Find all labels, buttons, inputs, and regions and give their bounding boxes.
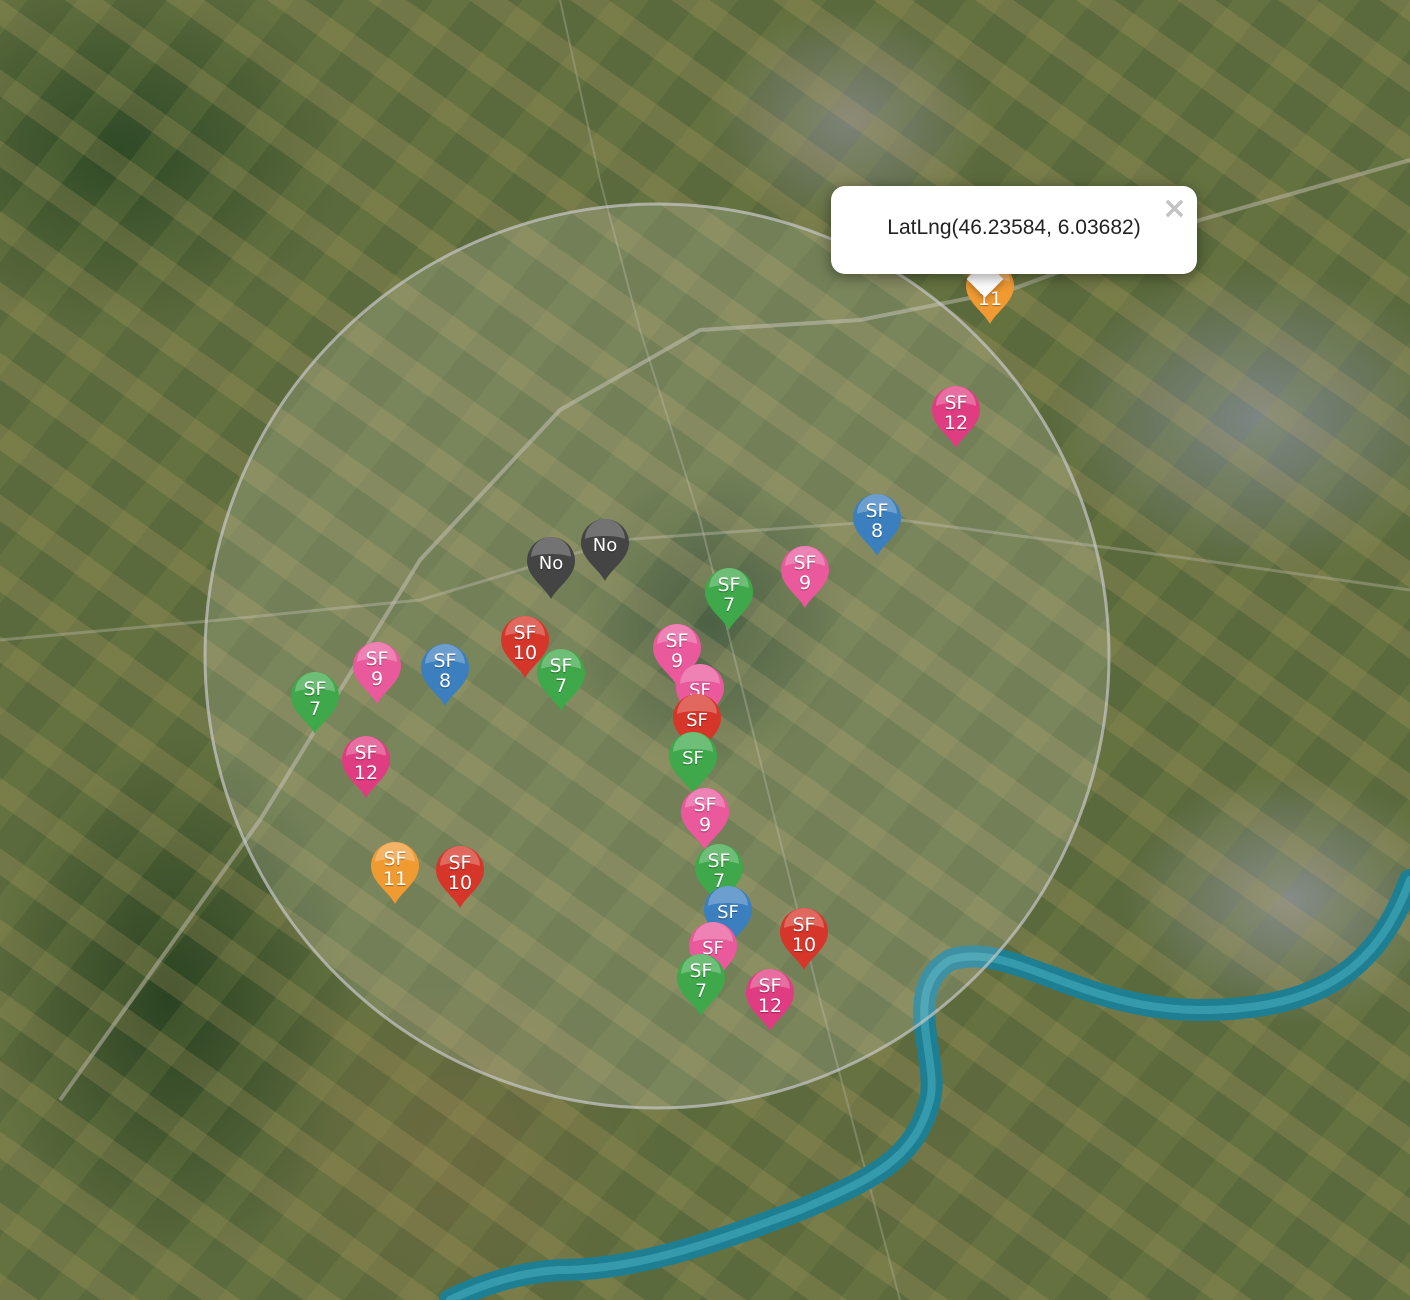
wifi-marker[interactable]: No <box>577 519 633 583</box>
marker-label-top: SF <box>448 852 472 874</box>
sf-marker[interactable]: SF 7 <box>533 649 589 713</box>
marker-label-top: No <box>592 535 618 556</box>
marker-label-bottom: 10 <box>791 934 817 956</box>
marker-label-top: SF <box>365 648 389 670</box>
marker-label-top: SF <box>689 960 713 982</box>
marker-label-top: SF <box>433 650 457 672</box>
sf-marker[interactable]: SF 7 <box>287 672 343 736</box>
marker-label-top: SF <box>865 500 889 522</box>
marker-label-top: SF <box>944 392 968 414</box>
marker-label-top: SF <box>383 848 407 870</box>
sf-marker[interactable]: SF <box>665 732 721 796</box>
sf-marker[interactable]: SF 9 <box>349 642 405 706</box>
marker-label-top: SF <box>513 622 537 644</box>
marker-label-bottom: 12 <box>353 762 379 784</box>
marker-label-top: SF <box>793 552 817 574</box>
wifi-marker[interactable]: No <box>523 537 579 601</box>
satellite-map[interactable]: SF11SF12SF8SF9SF7NoNoSF10SF7SF9SF8SF7SF1… <box>0 0 1410 1300</box>
marker-label-top: SF <box>717 574 741 596</box>
sf-marker[interactable]: SF 10 <box>432 846 488 910</box>
marker-label-bottom: 7 <box>722 594 736 616</box>
marker-label-bottom: 12 <box>943 412 969 434</box>
marker-label-bottom: 10 <box>447 872 473 894</box>
sf-marker[interactable]: SF 8 <box>417 644 473 708</box>
coordinate-popup: × LatLng(46.23584, 6.03682) <box>831 186 1197 274</box>
marker-label-bottom: 7 <box>694 980 708 1002</box>
marker-label-top: SF <box>707 850 731 872</box>
marker-label-top: SF <box>717 902 739 923</box>
sf-marker[interactable]: SF11 <box>367 842 423 906</box>
marker-label-top: SF <box>682 748 704 769</box>
marker-label-bottom: 7 <box>308 698 322 720</box>
sf-marker[interactable]: SF 10 <box>776 908 832 972</box>
marker-label-bottom: 8 <box>438 670 452 692</box>
sf-marker[interactable]: SF 7 <box>673 954 729 1018</box>
sf-marker[interactable]: SF 8 <box>849 494 905 558</box>
sf-marker[interactable]: SF 9 <box>777 546 833 610</box>
marker-label-top: SF <box>303 678 327 700</box>
popup-coordinates: LatLng(46.23584, 6.03682) <box>887 216 1141 239</box>
marker-label-top: SF <box>686 710 708 731</box>
marker-label-bottom: 9 <box>370 668 384 690</box>
marker-label-bottom: 7 <box>554 675 568 697</box>
marker-label-bottom: 8 <box>870 520 884 542</box>
marker-label-top: SF <box>693 794 717 816</box>
marker-label-bottom: 11 <box>382 868 408 890</box>
marker-label-top: SF <box>792 914 816 936</box>
sf-marker[interactable]: SF 12 <box>742 969 798 1033</box>
sf-marker[interactable]: SF 7 <box>701 568 757 632</box>
map-overlay-layer <box>0 0 1410 1300</box>
marker-label-top: SF <box>354 742 378 764</box>
sf-marker[interactable]: SF 9 <box>677 788 733 852</box>
marker-label-bottom: 12 <box>757 995 783 1017</box>
marker-label-top: SF <box>758 975 782 997</box>
marker-label-bottom: 9 <box>698 814 712 836</box>
marker-label-top: No <box>538 553 564 574</box>
marker-label-top: SF <box>549 655 573 677</box>
sf-marker[interactable]: SF 12 <box>338 736 394 800</box>
sf-marker[interactable]: SF 12 <box>928 386 984 450</box>
marker-label-top: SF <box>665 630 689 652</box>
marker-label-bottom: 9 <box>798 572 812 594</box>
